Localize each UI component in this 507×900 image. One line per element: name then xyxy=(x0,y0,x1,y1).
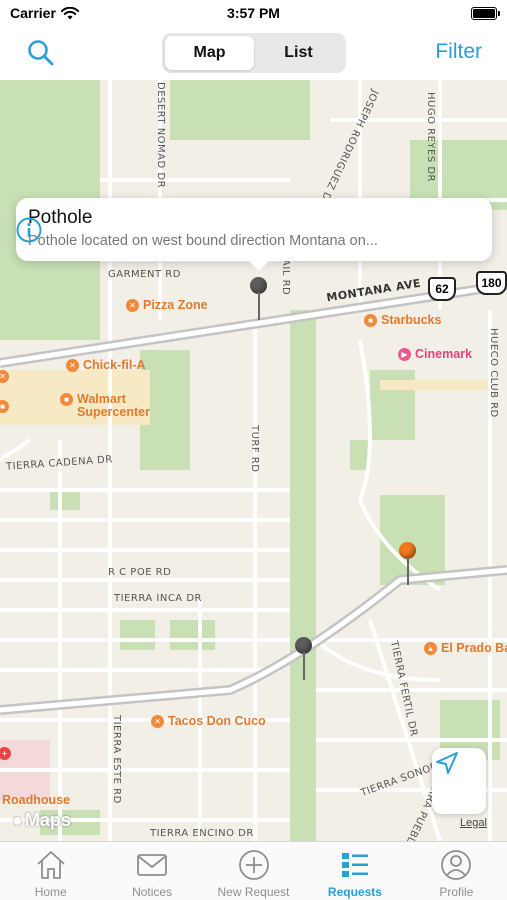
poi-el-prado[interactable]: ▲ El Prado Ba xyxy=(424,641,507,655)
film-icon: ▶ xyxy=(398,347,411,361)
street-label: GARMENT RD xyxy=(108,269,181,280)
map-pin-orange[interactable] xyxy=(398,542,418,586)
poi-walmart[interactable]: ■ Walmart Supercenter xyxy=(60,393,150,419)
street-label: DESERT NOMAD DR xyxy=(155,82,166,189)
poi-label: Walmart xyxy=(77,392,126,406)
poi-cinemark[interactable]: ▶ Cinemark xyxy=(398,347,472,361)
map-pin-selected[interactable] xyxy=(249,277,269,321)
segment-map[interactable]: Map xyxy=(165,36,254,70)
poi-edge[interactable]: ■ xyxy=(0,400,9,413)
poi-label: Chick-fil-A xyxy=(83,358,146,372)
tab-label: Notices xyxy=(132,885,173,899)
battery-icon xyxy=(471,7,500,20)
home-icon xyxy=(37,851,65,879)
tab-label: New Request xyxy=(217,885,290,899)
person-icon xyxy=(441,850,472,880)
street-label: TURF RD xyxy=(249,425,260,473)
poi-label: Starbucks xyxy=(381,313,442,327)
tab-label: Requests xyxy=(327,885,382,899)
fork-knife-icon: ✕ xyxy=(126,298,139,312)
map-view[interactable]: GARMENT RD MONTANA AVE TIERRA CADENA DR … xyxy=(0,80,507,841)
home-icon: ▲ xyxy=(424,641,437,655)
street-label: HUECO CLUB RD xyxy=(488,328,499,418)
status-bar: Carrier 3:57 PM xyxy=(0,0,507,28)
filter-button[interactable]: Filter xyxy=(435,40,482,64)
segment-list[interactable]: List xyxy=(254,36,343,70)
tab-requests[interactable]: Requests xyxy=(304,842,405,900)
poi-chick-fil-a[interactable]: ✕ Chick-fil-A xyxy=(66,358,146,372)
poi-pizza-zone[interactable]: ✕ Pizza Zone xyxy=(126,298,208,312)
tab-new-request[interactable]: New Request xyxy=(203,842,304,900)
poi-label: Roadhouse xyxy=(2,793,71,807)
poi-edge[interactable]: ✕ xyxy=(0,370,9,383)
nav-bar: Map List Filter xyxy=(0,28,507,80)
tab-label: Profile xyxy=(439,885,474,899)
street-label: TIERRA ESTE RD xyxy=(111,715,122,804)
tab-notices[interactable]: Notices xyxy=(101,842,202,900)
poi-starbucks[interactable]: ■ Starbucks xyxy=(364,313,441,327)
legal-link[interactable]: Legal xyxy=(460,817,487,829)
location-arrow-icon xyxy=(436,752,458,774)
tab-home[interactable]: Home xyxy=(0,842,101,900)
poi-label: El Prado Ba xyxy=(441,641,507,655)
tab-label: Home xyxy=(34,885,67,899)
status-time: 3:57 PM xyxy=(227,5,280,21)
poi-label: Supercenter xyxy=(77,405,150,419)
envelope-icon xyxy=(137,854,168,876)
street-label: HUGO REYES DR xyxy=(425,92,436,183)
bag-icon: ■ xyxy=(0,400,9,413)
fork-knife-icon: ✕ xyxy=(151,714,164,728)
street-label: TIERRA INCA DR xyxy=(114,593,202,604)
poi-label: Pizza Zone xyxy=(143,298,208,312)
poi-hospital[interactable]: + xyxy=(0,747,11,760)
map-list-segmented-control: Map List xyxy=(162,33,346,73)
maps-label: Maps xyxy=(24,810,71,830)
map-pin[interactable] xyxy=(294,637,314,681)
list-icon xyxy=(341,853,368,877)
apple-logo-icon: ● xyxy=(12,810,23,830)
poi-label: Tacos Don Cuco xyxy=(168,714,266,728)
locate-me-button[interactable] xyxy=(432,748,486,814)
poi-roadhouse[interactable]: Roadhouse xyxy=(2,793,70,807)
cup-icon: ■ xyxy=(364,313,377,327)
fork-knife-icon: ✕ xyxy=(66,358,79,372)
search-icon[interactable] xyxy=(26,38,56,68)
tab-bar: Home Notices New Request Requests Profil… xyxy=(0,841,507,900)
tab-profile[interactable]: Profile xyxy=(406,842,507,900)
cross-icon: + xyxy=(0,747,11,760)
fork-knife-icon: ✕ xyxy=(0,370,9,383)
poi-tacos-don-cuco[interactable]: ✕ Tacos Don Cuco xyxy=(151,714,266,728)
callout-subtitle: Pothole located on west bound direction … xyxy=(28,233,378,249)
poi-label: Cinemark xyxy=(415,347,472,361)
street-label: R C POE RD xyxy=(108,567,172,578)
pin-callout[interactable]: Pothole Pothole located on west bound di… xyxy=(16,198,492,271)
highway-shield: 62 xyxy=(428,277,456,301)
street-label: TIERRA ENCINO DR xyxy=(150,828,254,839)
info-icon[interactable] xyxy=(16,217,42,243)
maps-attribution: ● Maps xyxy=(12,810,71,831)
plus-circle-icon xyxy=(238,850,269,880)
highway-shield: 180 xyxy=(476,271,507,295)
bag-icon: ■ xyxy=(60,393,73,406)
